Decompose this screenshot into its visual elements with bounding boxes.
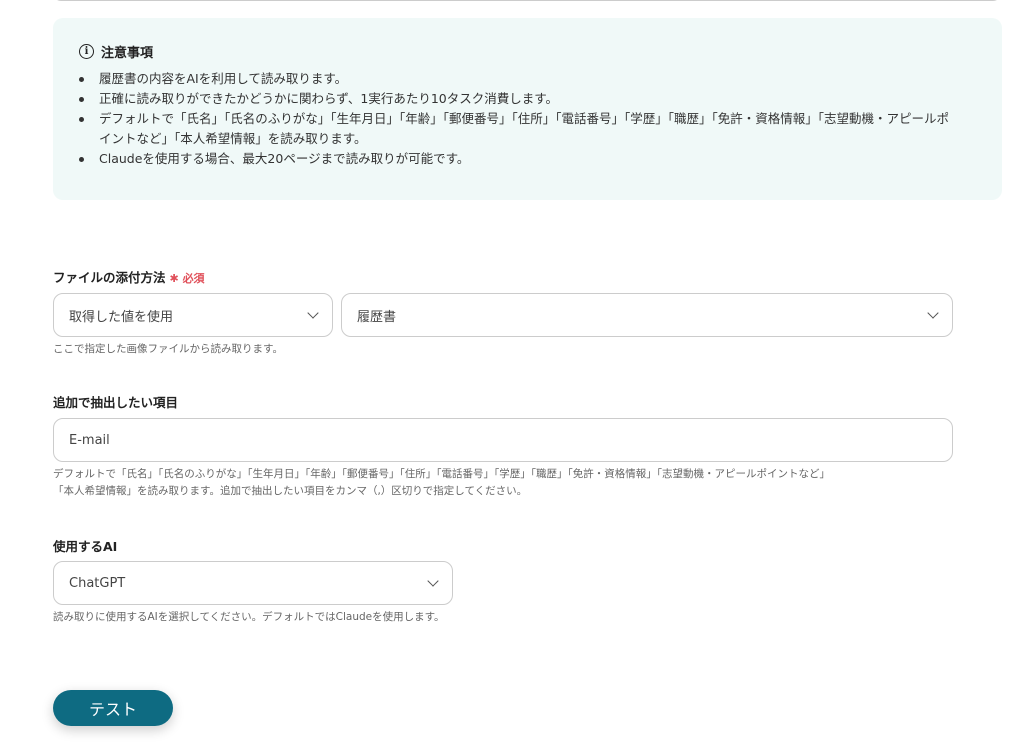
notice-item: Claudeを使用する場合、最大20ページまで読み取りが可能です。 bbox=[79, 149, 976, 169]
previous-field[interactable] bbox=[53, 0, 1001, 1]
info-icon: i bbox=[79, 44, 94, 59]
chevron-down-icon bbox=[307, 307, 319, 319]
extra-fields-input[interactable]: E-mail bbox=[53, 418, 953, 462]
ai-label: 使用するAI bbox=[53, 539, 118, 554]
attach-method-label: ファイルの添付方法 ✱ 必須 bbox=[53, 270, 205, 285]
notice-item: デフォルトで「氏名」「氏名のふりがな」「生年月日」「年齢」「郵便番号」「住所」「… bbox=[79, 109, 976, 149]
required-badge: ✱ 必須 bbox=[169, 272, 205, 285]
attach-method-select[interactable]: 取得した値を使用 bbox=[53, 293, 333, 337]
chevron-down-icon bbox=[427, 575, 439, 587]
extra-fields-label: 追加で抽出したい項目 bbox=[53, 395, 179, 410]
test-button[interactable]: テスト bbox=[53, 690, 173, 726]
ai-help: 読み取りに使用するAIを選択してください。デフォルトではClaudeを使用します… bbox=[53, 611, 445, 623]
notice-item: 正確に読み取りができたかどうかに関わらず、1実行あたり10タスク消費します。 bbox=[79, 89, 976, 109]
attach-file-select[interactable]: 履歴書 bbox=[341, 293, 953, 337]
chevron-down-icon bbox=[927, 307, 939, 319]
attach-help: ここで指定した画像ファイルから読み取ります。 bbox=[53, 343, 283, 355]
ai-select[interactable]: ChatGPT bbox=[53, 561, 453, 605]
notice-box: i 注意事項 履歴書の内容をAIを利用して読み取ります。 正確に読み取りができた… bbox=[53, 18, 1002, 200]
notice-title: 注意事項 bbox=[101, 46, 154, 61]
notice-item: 履歴書の内容をAIを利用して読み取ります。 bbox=[79, 69, 976, 89]
notice-list: 履歴書の内容をAIを利用して読み取ります。 正確に読み取りができたかどうかに関わ… bbox=[79, 69, 976, 169]
extra-help: デフォルトで「氏名」「氏名のふりがな」「生年月日」「年齢」「郵便番号」「住所」「… bbox=[53, 468, 830, 497]
